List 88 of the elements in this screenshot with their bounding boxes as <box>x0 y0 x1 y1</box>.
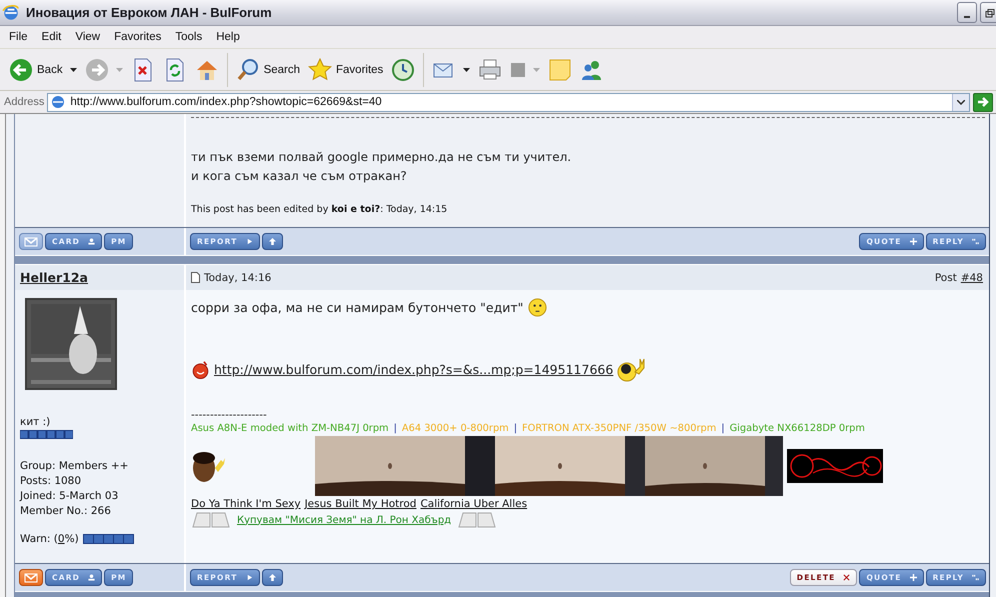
member-info: Joined: 5-March 03 <box>20 489 120 504</box>
menu-item[interactable]: Favorites <box>107 29 168 45</box>
plus-icon <box>910 238 917 245</box>
caret-icon <box>70 68 77 72</box>
email-button[interactable] <box>19 569 43 586</box>
browser-icon <box>2 4 20 22</box>
spec-text: | <box>514 422 518 436</box>
triangle-icon <box>246 574 253 581</box>
member-info: Member No.: 266 <box>20 504 112 519</box>
song-link[interactable]: California Uber Alles <box>420 498 528 510</box>
signature-separator: -------------------- <box>191 408 268 422</box>
plus-icon <box>910 574 917 581</box>
message-text: ти пък вземи полвай google примерно.да не съм ти учител. <box>191 149 572 166</box>
book-icon <box>457 511 498 529</box>
triangle-icon <box>246 238 253 245</box>
person-icon <box>88 574 96 581</box>
post-link[interactable]: http://www.bulforum.com/index.php?s=&s...mp;p=1495117666 <box>214 362 614 376</box>
book-link[interactable]: Купувам "Мисия Земя" на Л. Рон Хабърд <box>237 514 452 526</box>
address-field[interactable]: http://www.bulforum.com/index.php?showtopic=62669&st=40 <box>47 92 970 112</box>
spec-text: A64 3000+ 0-800rpm <box>402 422 509 436</box>
menu-item[interactable]: Edit <box>34 29 68 45</box>
quote-icon <box>972 238 979 245</box>
rank-pips-icon <box>20 430 73 439</box>
favorites-button[interactable]: Favorites <box>305 56 386 84</box>
spec-text: Gigabyte NX66128DP 0rpm <box>730 422 865 436</box>
top-button[interactable] <box>262 569 283 586</box>
forward-icon <box>84 58 109 82</box>
smiley-icon <box>617 356 648 382</box>
spec-text: | <box>721 422 725 436</box>
restore-icon <box>985 8 995 18</box>
quote-icon <box>972 574 979 581</box>
edit-note: This post has been edited by koi e toi?: Today, 14:15 <box>191 204 448 215</box>
menu-item[interactable]: Tools <box>168 29 210 45</box>
post-date: Today, 14:16 <box>204 272 272 284</box>
caret-icon <box>463 68 470 72</box>
song-link[interactable]: Do Ya Think I'm Sexy <box>191 498 301 510</box>
page-icon <box>191 272 200 283</box>
warn-level-icon <box>82 534 134 544</box>
envelope-icon <box>24 572 38 582</box>
up-arrow-icon <box>268 238 276 245</box>
menu-item[interactable]: View <box>68 29 108 45</box>
minimize-icon <box>964 16 970 18</box>
close-icon <box>843 574 850 581</box>
message-text: и кога съм казал че съм отракан? <box>191 168 408 185</box>
up-arrow-icon <box>268 574 276 581</box>
go-button[interactable] <box>973 92 993 112</box>
search-button[interactable]: Search <box>232 56 304 84</box>
clock-icon <box>391 58 416 82</box>
square-icon <box>510 62 526 78</box>
message-text: сорри за офа, ма не си намирам бутончето "едит" <box>191 300 524 314</box>
back-button[interactable]: Back <box>6 56 80 84</box>
member-info: Posts: 1080 <box>20 474 82 489</box>
note-icon <box>548 58 572 82</box>
chevron-icon <box>957 100 965 104</box>
caret-icon <box>116 68 123 72</box>
star-icon <box>308 58 332 82</box>
email-button[interactable] <box>19 233 43 250</box>
member-title: кит :) <box>20 416 52 428</box>
address-label: Address <box>4 96 44 108</box>
warn-label: Warn: ( <box>20 533 58 545</box>
arrow-icon <box>976 95 990 109</box>
window-title: Иновация от Евроком ЛАН - BulForum <box>26 5 272 20</box>
caret-icon <box>533 68 540 72</box>
member-info: Group: Members ++ <box>20 459 130 474</box>
top-button[interactable] <box>262 233 283 250</box>
devil-icon <box>191 360 210 378</box>
book-icon <box>191 511 231 529</box>
warn-label: %) <box>64 533 79 545</box>
minimize-button[interactable] <box>957 2 977 23</box>
dropdown-button[interactable] <box>952 94 969 110</box>
post-number-link[interactable]: #48 <box>960 272 983 284</box>
song-link[interactable]: Jesus Built My Hotrod <box>304 498 416 510</box>
back-icon <box>9 58 33 82</box>
warn-link[interactable]: 0 <box>58 533 65 545</box>
envelope-icon <box>24 236 38 246</box>
spec-text: FORTRON ATX-350PNF /350W ~800rpm <box>522 422 716 436</box>
menu-item[interactable]: File <box>2 29 35 45</box>
post-label: Post <box>934 272 957 284</box>
spec-text: | <box>394 422 397 436</box>
printer-icon <box>478 58 502 82</box>
restore-button[interactable] <box>980 2 996 23</box>
menu-item[interactable]: Help <box>209 29 247 45</box>
browser-icon <box>50 94 66 110</box>
person-icon <box>88 238 96 245</box>
spec-text: Asus A8N-E moded with ZM-NB47J 0rpm <box>191 422 389 436</box>
author-link[interactable]: Heller12a <box>20 270 88 285</box>
smiley-icon <box>528 298 548 316</box>
search-icon <box>236 58 260 82</box>
